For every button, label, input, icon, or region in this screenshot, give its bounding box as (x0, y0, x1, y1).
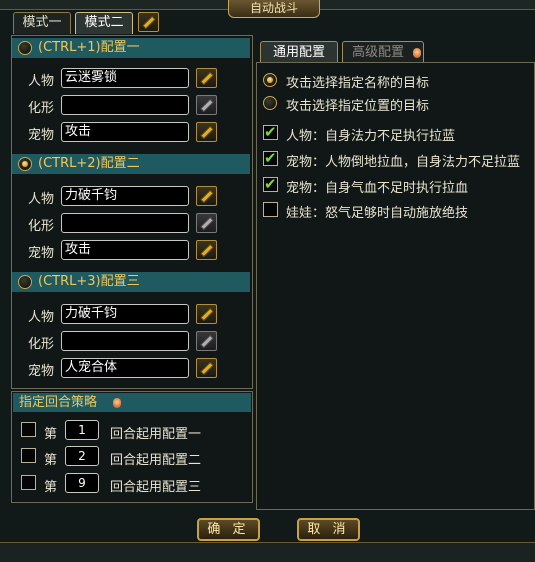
round-rule-three-prefix: 第 (44, 480, 58, 495)
round-rule-three-number[interactable]: 9 (65, 473, 99, 493)
round-rule-one-number[interactable]: 1 (65, 420, 99, 440)
config-two-transform-label: 化形 (28, 219, 55, 234)
pet-health-checkbox[interactable] (263, 175, 278, 193)
target-by-position-label: 攻击选择指定位置的目标 (286, 99, 430, 114)
round-strategy-header: 指定回合策略 (13, 393, 251, 412)
character-mana-label: 人物：自身法力不足执行拉蓝 (286, 129, 456, 144)
config-two-radio[interactable] (18, 157, 32, 171)
tab-general-config[interactable]: 通用配置 (260, 41, 338, 63)
config-one-transform-edit-button (196, 95, 217, 115)
config-two-transform-edit-button (196, 213, 217, 233)
config-three-radio[interactable] (18, 275, 32, 289)
config-three-transform-label: 化形 (28, 337, 55, 352)
config-two-transform-field[interactable] (61, 213, 189, 233)
tab-mode-one[interactable]: 模式一 (13, 12, 71, 34)
config-one-radio[interactable] (18, 41, 32, 55)
config-three-pet-edit-button[interactable] (196, 358, 217, 378)
config-three-header: (CTRL+3)配置三 (12, 272, 250, 292)
round-rule-one-prefix: 第 (44, 427, 58, 442)
config-one-pet-edit-button[interactable] (196, 122, 217, 142)
config-two-header: (CTRL+2)配置二 (12, 154, 250, 174)
help-lamp-icon[interactable] (113, 395, 121, 411)
round-strategy-title: 指定回合策略 (19, 395, 98, 410)
round-rule-three-suffix: 回合起用配置三 (110, 480, 202, 495)
doll-ultimate-label: 娃娃：怒气足够时自动施放绝技 (286, 206, 469, 221)
config-three-transform-field[interactable] (61, 331, 189, 351)
config-three-character-label: 人物 (28, 310, 55, 325)
config-one-transform-field[interactable] (61, 95, 189, 115)
config-two-title: (CTRL+2)配置二 (38, 156, 140, 171)
cancel-button[interactable]: 取 消 (297, 518, 360, 541)
config-one-pet-label: 宠物 (28, 128, 55, 143)
config-three-character-skill-field[interactable]: 力破千钧 (61, 304, 189, 324)
pet-revive-mana-checkbox[interactable] (263, 149, 278, 167)
target-by-name-radio[interactable] (263, 73, 277, 87)
doll-ultimate-checkbox[interactable] (263, 202, 278, 217)
tab-mode-two[interactable]: 模式二 (75, 12, 133, 34)
config-three-pet-label: 宠物 (28, 364, 55, 379)
config-one-character-edit-button[interactable] (196, 68, 217, 88)
config-one-title: (CTRL+1)配置一 (38, 40, 140, 55)
config-three-pet-skill-field[interactable]: 人宠合体 (61, 358, 189, 378)
config-one-character-skill-field[interactable]: 云迷雾锁 (61, 68, 189, 88)
config-two-character-edit-button[interactable] (196, 186, 217, 206)
round-rule-three-checkbox[interactable] (21, 475, 36, 490)
target-by-name-label: 攻击选择指定名称的目标 (286, 76, 430, 91)
config-two-pet-skill-field[interactable]: 攻击 (61, 240, 189, 260)
config-one-pet-skill-field[interactable]: 攻击 (61, 122, 189, 142)
target-by-position-radio[interactable] (263, 96, 277, 110)
round-rule-two-checkbox[interactable] (21, 448, 36, 463)
config-one-header: (CTRL+1)配置一 (12, 38, 250, 58)
tab-advanced-config[interactable]: 高级配置 (342, 41, 424, 63)
help-lamp-icon (413, 45, 421, 61)
confirm-button[interactable]: 确 定 (197, 518, 260, 541)
config-two-pet-edit-button[interactable] (196, 240, 217, 260)
config-three-title: (CTRL+3)配置三 (38, 274, 140, 289)
round-rule-one-suffix: 回合起用配置一 (110, 427, 202, 442)
config-two-character-label: 人物 (28, 192, 55, 207)
config-two-character-skill-field[interactable]: 力破千钧 (61, 186, 189, 206)
pet-revive-mana-label: 宠物：人物倒地拉血，自身法力不足拉蓝 (286, 155, 521, 170)
rename-mode-button[interactable] (138, 12, 159, 32)
config-three-character-edit-button[interactable] (196, 304, 217, 324)
pet-health-label: 宠物：自身气血不足时执行拉血 (286, 181, 469, 196)
round-rule-two-prefix: 第 (44, 453, 58, 468)
round-rule-two-suffix: 回合起用配置二 (110, 453, 202, 468)
config-two-pet-label: 宠物 (28, 246, 55, 261)
round-rule-two-number[interactable]: 2 (65, 446, 99, 466)
window-title: 自动战斗 (228, 0, 320, 18)
character-mana-checkbox[interactable] (263, 123, 278, 141)
round-rule-one-checkbox[interactable] (21, 422, 36, 437)
config-one-transform-label: 化形 (28, 101, 55, 116)
config-one-character-label: 人物 (28, 74, 55, 89)
config-three-transform-edit-button (196, 331, 217, 351)
window-bottom-border (0, 542, 535, 562)
tab-advanced-config-label: 高级配置 (351, 45, 404, 60)
